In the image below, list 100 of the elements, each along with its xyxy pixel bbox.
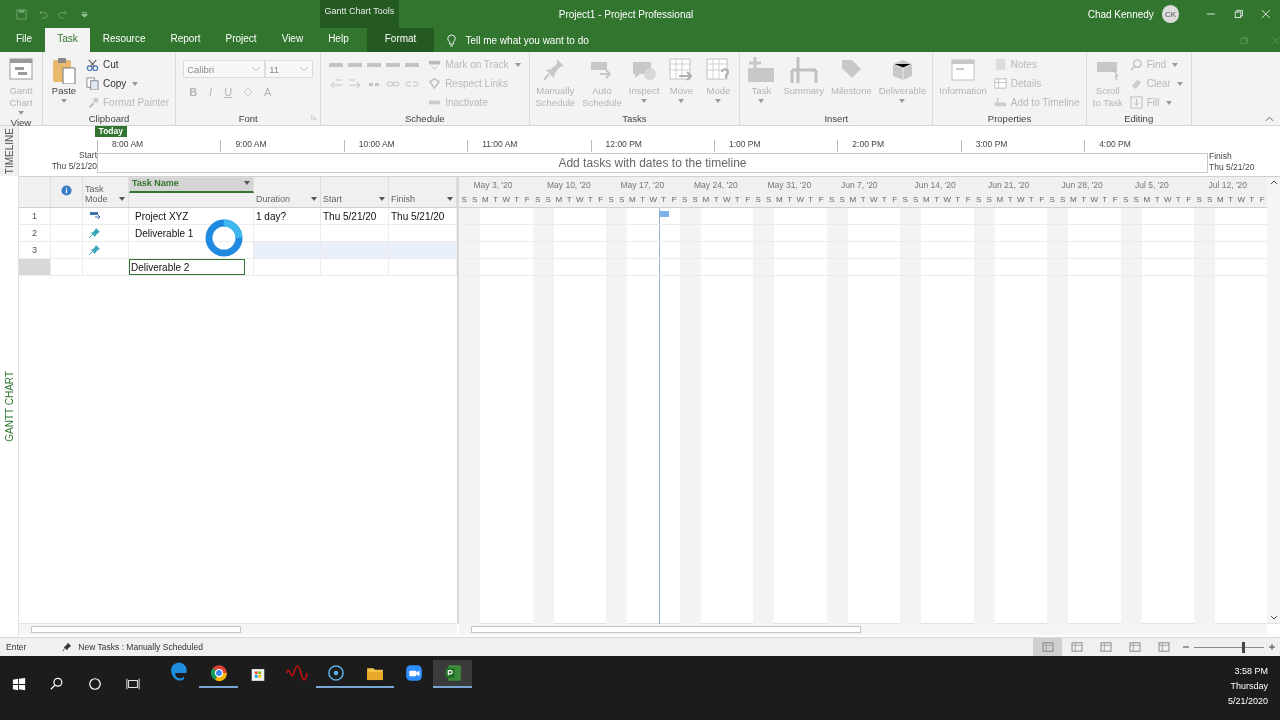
day-label: T [492,195,500,204]
font-field[interactable]: Calibri [183,60,266,78]
day-label: F [1111,195,1119,204]
ribbon-tab[interactable]: Format [366,28,435,52]
undo-icon[interactable] [37,8,48,20]
day-label: W [1236,195,1247,204]
day-label: T [786,195,794,204]
tell-me-field[interactable]: Tell me what you want to do [446,28,1219,52]
pin-icon [89,245,101,255]
save-icon[interactable] [16,8,27,20]
group-label: Insert [824,112,849,124]
scroll-up-icon[interactable] [1269,179,1278,185]
zoom-out-icon[interactable] [1182,643,1190,651]
day-label: S [681,195,689,204]
scissors-icon [86,57,99,71]
time-label: 11:00 AM [467,140,591,152]
day-label: F [891,195,899,204]
format-button[interactable]: A [262,86,274,98]
day-label: M [480,195,490,204]
table-icon [993,76,1007,90]
horizontal-scrollbar[interactable] [19,624,457,635]
day-label: S [985,195,993,204]
column-header[interactable]: Finish [389,177,457,207]
day-label: S [975,195,983,204]
view-button[interactable] [1033,638,1062,656]
view-icon [1128,642,1141,652]
font-size-field[interactable]: 11 [265,60,314,78]
format-button[interactable]: B [187,86,200,98]
close-icon[interactable] [1271,36,1280,45]
week-label: May 10, '20 [547,180,591,190]
day-label: W [868,195,879,204]
day-label: T [1153,195,1161,204]
day-label: T [513,195,521,204]
day-label: T [586,195,594,204]
vertical-scrollbar[interactable] [1267,177,1280,623]
column-header[interactable]: Start [321,177,389,207]
ribbon-tab[interactable]: File [4,28,45,52]
task-bar[interactable] [658,211,669,217]
day-label: T [1006,195,1014,204]
day-label: S [1132,195,1140,204]
view-icon [1099,642,1112,652]
week-label: May 31, '20 [767,180,812,190]
left-arrow-icon[interactable] [328,78,345,90]
ribbon-tab[interactable]: Project [213,28,269,52]
pin-icon [89,228,101,238]
windows-logo-icon[interactable] [12,677,26,691]
ribbon-tab[interactable]: Help [316,28,361,52]
task-bar-icon [89,211,101,221]
user-avatar[interactable]: CK [1161,5,1180,23]
day-label: T [1027,195,1035,204]
day-label: T [1227,195,1235,204]
circle-icon[interactable] [88,677,102,691]
row-number: 2 [32,228,37,238]
side-label: TIMELINE [3,127,15,175]
timeline-start-label: Start [79,150,97,161]
task-view-icon[interactable] [126,677,140,691]
user-name: Chad Kennedy [1087,8,1154,20]
column-header[interactable]: Duration [254,177,321,207]
group-label: Properties [987,112,1032,124]
group-label: Schedule [405,112,445,124]
search-icon[interactable] [50,677,64,691]
ribbon-tab[interactable]: Resource [90,28,158,52]
scroll-down-icon[interactable] [1269,615,1278,621]
time-label: 9:00 AM [220,140,344,152]
zoom-in-icon[interactable] [1268,643,1276,651]
info-icon [60,185,72,196]
day-label: S [828,195,836,204]
day-label: S [1206,195,1214,204]
collapse-icon[interactable] [1265,116,1274,122]
ribbon-tab[interactable]: Task [45,28,90,52]
ribbon-button[interactable]: Paste [46,54,82,111]
redo-icon[interactable] [58,8,69,20]
horizontal-scrollbar[interactable] [459,624,1267,635]
format-button[interactable]: I [207,86,215,98]
week-label: May 3, '20 [473,180,513,190]
ribbon-tab[interactable]: Report [158,28,213,52]
day-label: M [1215,195,1225,204]
day-label: T [859,195,867,204]
table-row[interactable]: 3 [19,242,457,259]
timeline-finish-date: Thu 5/21/20 [1209,162,1255,173]
table-row[interactable]: 1 Project XYZ 1 day? Thu 5/21/20 Thu 5/21/20 [19,208,457,225]
time-label: 4:00 PM [1084,140,1208,152]
ribbon-tab[interactable]: View [269,28,316,52]
dialog-launcher-icon[interactable] [311,114,318,120]
ribbon-button[interactable]: Cut [83,55,173,73]
window-title: Project1 - Project Professional [558,8,695,20]
view-icon [1041,642,1054,652]
time-label: 10:00 AM [343,140,468,152]
ribbon-button[interactable]: Copy [83,74,173,92]
time-label: 12:00 PM [590,140,714,152]
restore-icon[interactable] [1233,9,1244,19]
cell-editor[interactable]: Deliverable 2 [129,259,245,275]
view-icon [1157,642,1170,652]
timeline-bar[interactable]: Add tasks with dates to the timeline [97,153,1208,173]
unlink-icon[interactable] [404,78,421,90]
bar-icon [747,56,776,84]
link-icon[interactable] [385,78,402,90]
column-header[interactable]: Task Name [129,177,254,193]
table-row[interactable]: Deliverable 2 [19,259,457,276]
format-button[interactable]: U [222,86,235,98]
